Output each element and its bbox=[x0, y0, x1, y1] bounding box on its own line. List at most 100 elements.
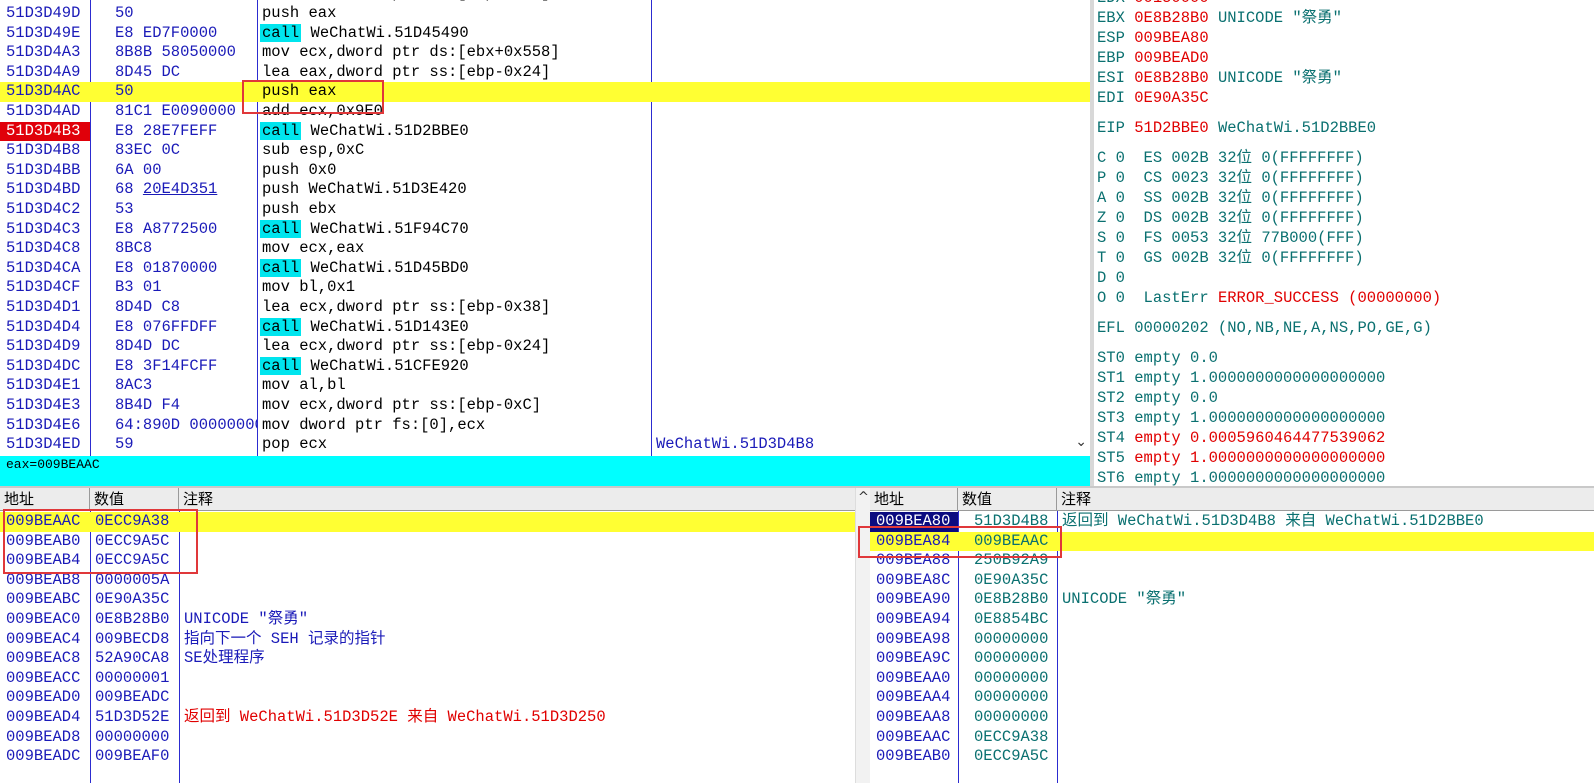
register-row[interactable]: ESP 009BEA80 bbox=[1097, 28, 1218, 48]
disasm-bytes: E8 01870000 bbox=[115, 259, 257, 279]
dump-header-value[interactable]: 数值 bbox=[90, 488, 179, 510]
stack-row[interactable]: 009BEAA0 00000000 bbox=[870, 669, 1594, 689]
stack-row[interactable]: 009BEA8C 0E90A35C bbox=[870, 571, 1594, 591]
disasm-row[interactable]: 51D3D4DC E8 3F14FCFF call WeChatWi.51CFE92… bbox=[0, 356, 1090, 377]
disasm-row[interactable]: 51D3D4D4 E8 076FFDFF call WeChatWi.51D143E… bbox=[0, 317, 1090, 338]
stack-row[interactable]: 009BEA98 00000000 bbox=[870, 630, 1594, 650]
dump-row[interactable]: 009BEAD0 009BEADC bbox=[0, 688, 856, 708]
fpu-register-name: ST6 bbox=[1097, 469, 1125, 486]
disasm-row[interactable]: 51D3D4BD 68 20E4D351 push WeChatWi.51D3E42… bbox=[0, 180, 1090, 200]
efl-row[interactable]: EFL 00000202 (NO,NB,NE,A,NS,PO,GE,G) bbox=[1097, 318, 1432, 338]
disasm-instruction: call WeChatWi.51CFE920 bbox=[260, 356, 469, 377]
stack-row[interactable]: 009BEA94 0E8854BC bbox=[870, 610, 1594, 630]
register-value: 51D2BBE0 bbox=[1134, 119, 1209, 137]
dump-row[interactable]: 009BEAD4 51D3D52E 返回到 WeChatWi.51D3D52E 来自… bbox=[0, 708, 856, 728]
disasm-bytes-text: 83EC 0C bbox=[115, 141, 181, 160]
dump-header-address[interactable]: 地址 bbox=[0, 488, 90, 510]
fpu-row[interactable]: ST0 empty 0.0 bbox=[1097, 348, 1218, 368]
dump-address: 009BEAC8 bbox=[6, 649, 81, 668]
register-row[interactable]: EDI 0E90A35C bbox=[1097, 88, 1218, 108]
disasm-row[interactable]: 51D3D4E6 64:890D 00000000 mov dword ptr fs… bbox=[0, 416, 1090, 436]
dump-row[interactable]: 009BEAC8 52A90CA8 SE处理程序 bbox=[0, 649, 856, 669]
dump-value: 0E8B28B0 bbox=[95, 610, 170, 628]
fpu-row[interactable]: ST3 empty 1.0000000000000000000 bbox=[1097, 408, 1385, 428]
stack-row[interactable]: 009BEAA4 00000000 bbox=[870, 688, 1594, 708]
register-row[interactable]: EBX 0E8B28B0 UNICODE "祭勇" bbox=[1097, 8, 1342, 28]
disasm-row[interactable]: 51D3D4ED 59 pop ecx WeChatWi.51D3D4B8 bbox=[0, 435, 1090, 455]
dump-row[interactable]: 009BEAD8 00000000 bbox=[0, 728, 856, 748]
dump-row[interactable]: 009BEABC 0E90A35C bbox=[0, 590, 856, 610]
stack-address: 009BEA94 bbox=[876, 610, 951, 628]
register-name: EDI bbox=[1097, 89, 1125, 107]
disasm-row[interactable]: 51D3D4A3 8B8B 58050000 mov ecx,dword ptr d… bbox=[0, 43, 1090, 63]
register-row[interactable]: ESI 0E8B28B0 UNICODE "祭勇" bbox=[1097, 68, 1342, 88]
disasm-row[interactable]: 51D3D49D 50 push eax bbox=[0, 4, 1090, 24]
disasm-row[interactable]: 51D3D4AC 50 push eax bbox=[0, 82, 1090, 102]
dump-row[interactable]: 009BEAC0 0E8B28B0 UNICODE "祭勇" bbox=[0, 610, 856, 630]
disasm-address: 51D3D4A9 bbox=[6, 62, 81, 81]
disasm-bytes-text: 81C1 E0090000 bbox=[115, 102, 236, 120]
flag-row[interactable]: P 0 CS 0023 32位 0(FFFFFFFF) bbox=[1097, 168, 1364, 188]
fpu-row[interactable]: ST2 empty 0.0 bbox=[1097, 388, 1218, 408]
flag-row[interactable]: Z 0 DS 002B 32位 0(FFFFFFFF) bbox=[1097, 208, 1364, 228]
disasm-bytes-text: E8 28E7FEFF bbox=[115, 121, 218, 140]
dump-row[interactable]: 009BEAC4 009BECD8 指向下一个 SEH 记录的指针 bbox=[0, 630, 856, 650]
register-row[interactable]: EDX 00150000 bbox=[1097, 0, 1209, 8]
disasm-row[interactable]: 51D3D49E E8 ED7F0000 call WeChatWi.51D4549… bbox=[0, 23, 1090, 44]
stack-row[interactable]: 009BEA90 0E8B28B0 UNICODE "祭勇" bbox=[870, 590, 1594, 610]
disasm-row[interactable]: 51D3D4BB 6A 00 push 0x0 bbox=[0, 161, 1090, 181]
dump-comment: UNICODE "祭勇" bbox=[184, 610, 309, 628]
stack-row[interactable]: 009BEA9C 00000000 bbox=[870, 649, 1594, 669]
stack-row[interactable]: 009BEAB0 0ECC9A5C bbox=[870, 747, 1594, 767]
disassembly-pane[interactable]: 51D3D49A8D45 DClea eax,dword ptr ss:[ebp… bbox=[0, 0, 1090, 456]
scroll-down-arrow-icon[interactable]: ⌄ bbox=[1075, 434, 1087, 450]
dump-header-comment[interactable]: 注释 bbox=[179, 488, 870, 510]
dump-row[interactable]: 009BEADC 009BEAF0 bbox=[0, 747, 856, 767]
disasm-row[interactable]: 51D3D4E3 8B4D F4 mov ecx,dword ptr ss:[ebp… bbox=[0, 396, 1090, 416]
call-keyword: call bbox=[260, 23, 302, 42]
dump-row[interactable]: 009BEACC 00000001 bbox=[0, 669, 856, 689]
disasm-row[interactable]: 51D3D4C3 E8 A8772500 call WeChatWi.51F94C7… bbox=[0, 219, 1090, 240]
stack-row[interactable]: 009BEAAC 0ECC9A38 bbox=[870, 728, 1594, 748]
flag-row[interactable]: S 0 FS 0053 32位 77B000(FFF) bbox=[1097, 228, 1364, 248]
dump-comment: SE处理程序 bbox=[184, 649, 265, 668]
disasm-row[interactable]: 51D3D4D1 8D4D C8 lea ecx,dword ptr ss:[ebp… bbox=[0, 298, 1090, 318]
disasm-row[interactable]: 51D3D4AD 81C1 E0090000 add ecx,0x9E0 bbox=[0, 102, 1090, 122]
flag-row[interactable]: A 0 SS 002B 32位 0(FFFFFFFF) bbox=[1097, 188, 1364, 208]
registers-pane[interactable]: EDX 00150000EBX 0E8B28B0 UNICODE "祭勇"ESP… bbox=[1094, 0, 1594, 486]
register-row-eip[interactable]: EIP 51D2BBE0 WeChatWi.51D2BBE0 bbox=[1097, 118, 1376, 138]
lasterr-row[interactable]: O 0 LastErr ERROR_SUCCESS (00000000) bbox=[1097, 288, 1441, 308]
fpu-row[interactable]: ST1 empty 1.0000000000000000000 bbox=[1097, 368, 1385, 388]
stack-row[interactable]: 009BEAA8 00000000 bbox=[870, 708, 1594, 728]
flag-row[interactable]: D 0 bbox=[1097, 268, 1144, 288]
fpu-register-value: empty 0.0 bbox=[1134, 349, 1218, 367]
disasm-address: 51D3D4E6 bbox=[6, 415, 81, 434]
disasm-row[interactable]: 51D3D4B8 83EC 0C sub esp,0xC bbox=[0, 141, 1090, 161]
fpu-row[interactable]: ST4 empty 0.0005960464477539062 bbox=[1097, 428, 1385, 448]
disasm-bytes: 8B4D F4 bbox=[115, 396, 257, 416]
flag-row[interactable]: T 0 GS 002B 32位 0(FFFFFFFF) bbox=[1097, 248, 1364, 268]
disasm-row[interactable]: 51D3D4D9 8D4D DC lea ecx,dword ptr ss:[ebp… bbox=[0, 337, 1090, 357]
register-row[interactable]: EBP 009BEAD0 bbox=[1097, 48, 1218, 68]
stack-value: 00000000 bbox=[974, 629, 1049, 648]
dump-value: 0E90A35C bbox=[95, 590, 170, 609]
disasm-bytes-link[interactable]: 20E4D351 bbox=[143, 180, 217, 198]
disasm-row[interactable]: 51D3D4A9 8D45 DC lea eax,dword ptr ss:[ebp… bbox=[0, 63, 1090, 83]
flag-row[interactable]: C 0 ES 002B 32位 0(FFFFFFFF) bbox=[1097, 148, 1364, 168]
disasm-row[interactable]: 51D3D4C2 53 push ebx bbox=[0, 200, 1090, 220]
scroll-up-arrow-icon[interactable]: ^ bbox=[858, 490, 869, 505]
stack-header-value[interactable]: 数值 bbox=[958, 488, 1057, 510]
disasm-row[interactable]: 51D3D4CA E8 01870000 call WeChatWi.51D45BD… bbox=[0, 258, 1090, 279]
fpu-row[interactable]: ST6 empty 1.0000000000000000000 bbox=[1097, 468, 1385, 486]
stack-header-comment[interactable]: 注释 bbox=[1057, 488, 1594, 510]
disasm-row[interactable]: 51D3D4B3 E8 28E7FEFF call WeChatWi.51D2BBE… bbox=[0, 121, 1090, 142]
segment-register: ES 002B 32位 0(FFFFFFFF) bbox=[1143, 149, 1364, 167]
disasm-row[interactable]: 51D3D4CF B3 01 mov bl,0x1 bbox=[0, 278, 1090, 298]
stack-header-address[interactable]: 地址 bbox=[870, 488, 958, 510]
fpu-register-value: empty 1.0000000000000000000 bbox=[1134, 449, 1386, 467]
disasm-row[interactable]: 51D3D4C8 8BC8 mov ecx,eax bbox=[0, 239, 1090, 259]
flag-value: T 0 bbox=[1097, 249, 1125, 267]
disasm-instruction-text: WeChatWi.51D143E0 bbox=[301, 317, 469, 336]
fpu-row[interactable]: ST5 empty 1.0000000000000000000 bbox=[1097, 448, 1385, 468]
disasm-row[interactable]: 51D3D4E1 8AC3 mov al,bl bbox=[0, 376, 1090, 396]
